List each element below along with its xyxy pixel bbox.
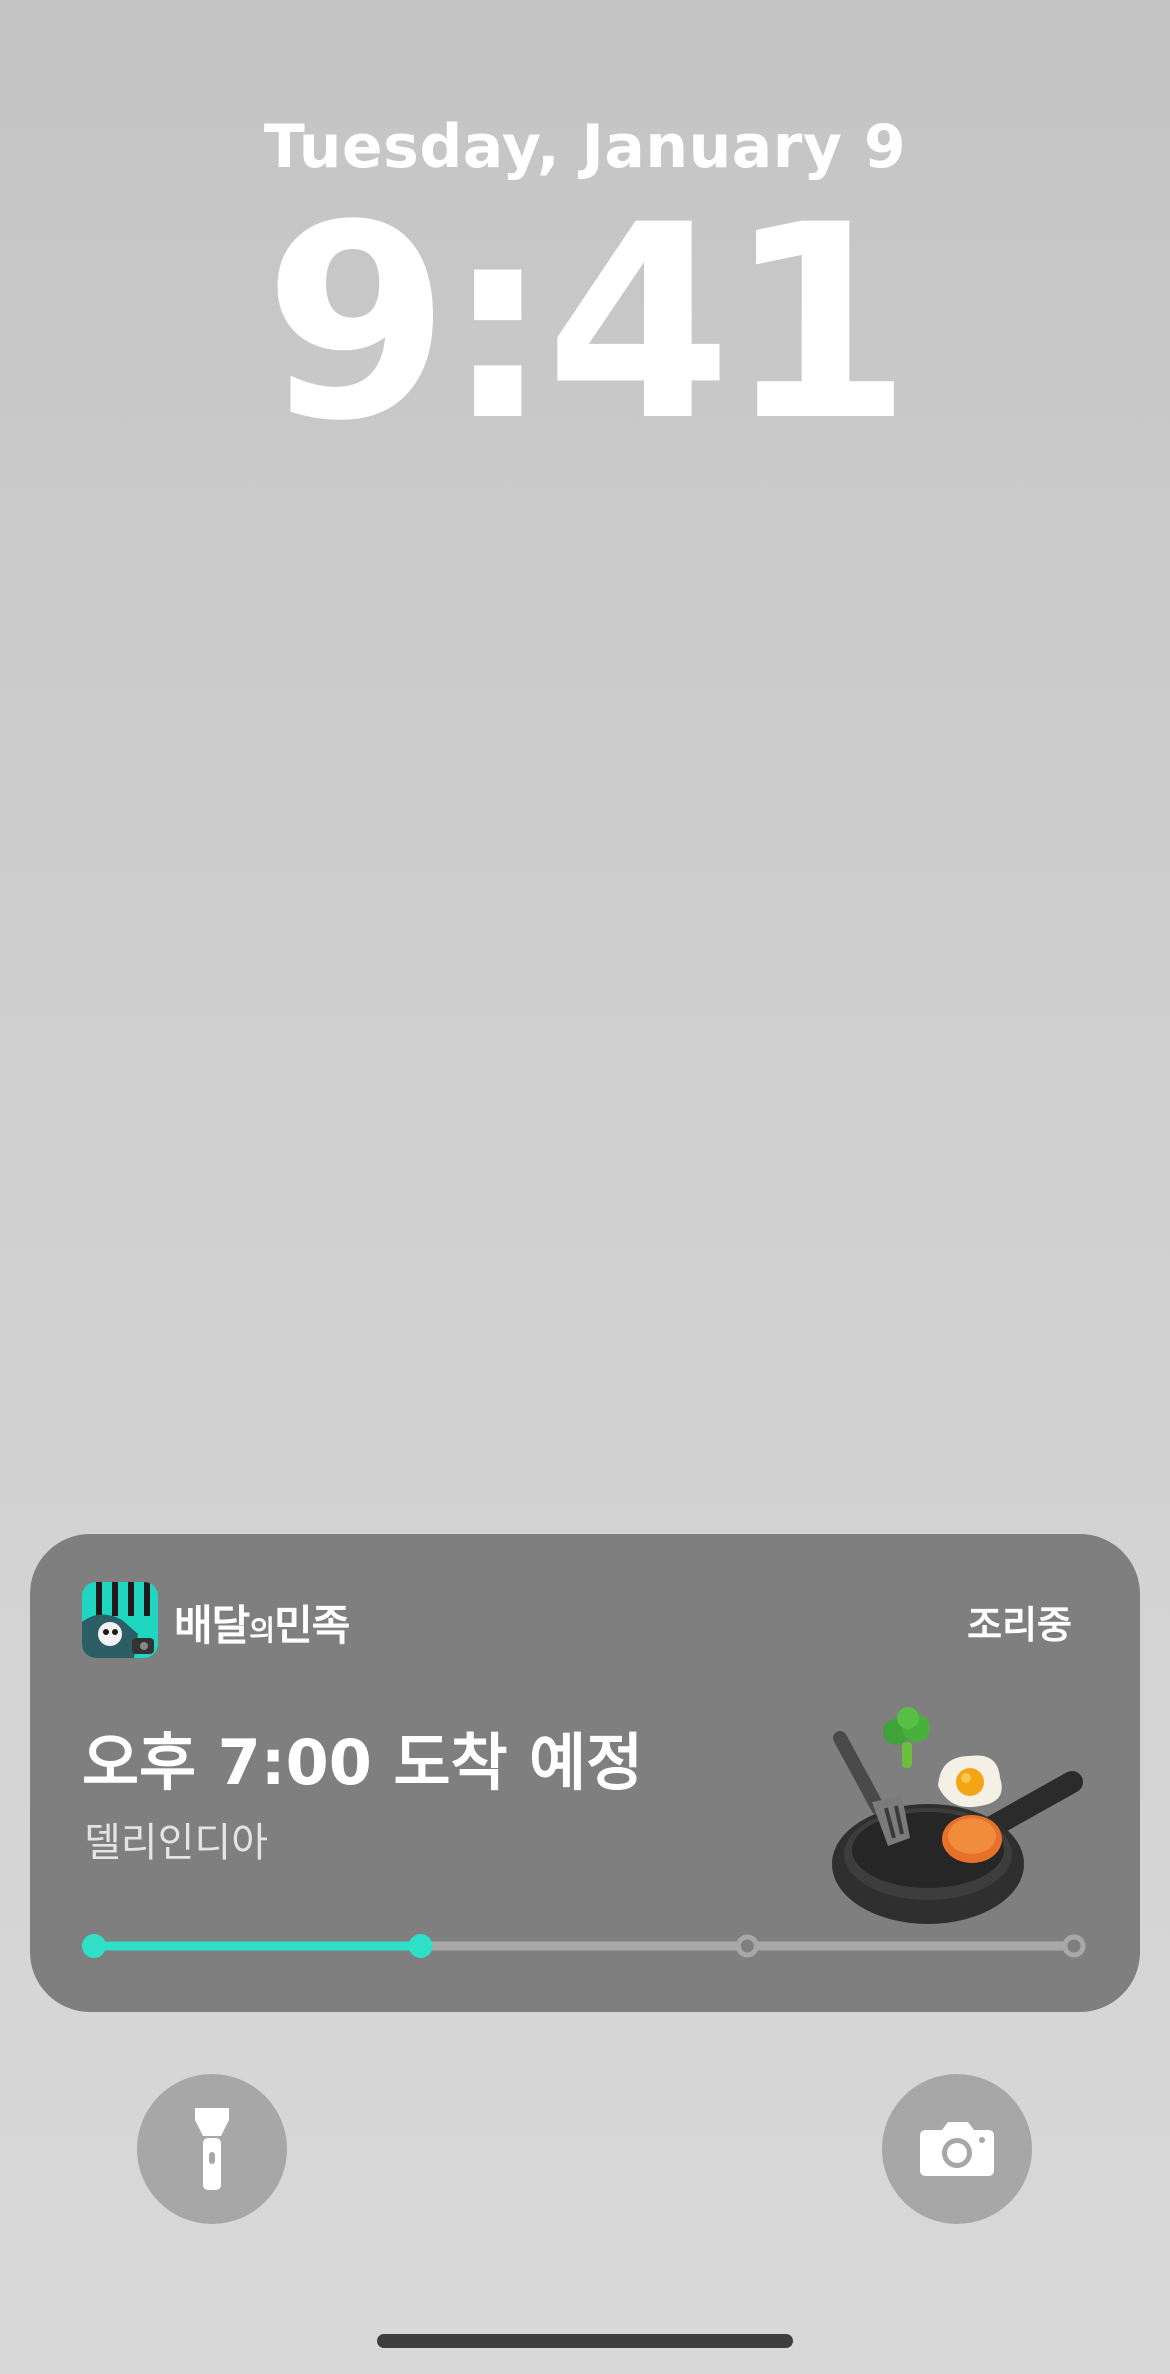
flashlight-button[interactable]: [137, 2074, 287, 2224]
store-name: 델리인디아: [84, 1820, 268, 1866]
baemin-app-icon: [82, 1582, 158, 1658]
progress-step-3: [735, 1934, 759, 1958]
progress-step-1: [82, 1934, 106, 1958]
app-name-part-2: 의: [249, 1614, 275, 1647]
progress-step-4: [1062, 1934, 1086, 1958]
camera-button[interactable]: [882, 2074, 1032, 2224]
app-name-part-3: 민족: [274, 1601, 350, 1650]
home-indicator[interactable]: [377, 2334, 793, 2348]
flashlight-icon: [195, 2108, 229, 2190]
live-activity-card[interactable]: 배달의민족 조리중 오후 7:00 도착 예정 델리인디아: [30, 1534, 1140, 2012]
delivery-eta: 오후 7:00 도착 예정: [82, 1726, 644, 1799]
app-name-part-1: 배달: [174, 1601, 250, 1650]
frying-pan-food-illustration: [820, 1704, 1120, 1934]
progress-step-2: [408, 1934, 433, 1958]
order-status: 조리중: [967, 1603, 1072, 1647]
app-name: 배달의민족: [174, 1592, 350, 1653]
lockscreen-time: 9:41: [263, 168, 913, 480]
camera-icon: [920, 2122, 994, 2176]
